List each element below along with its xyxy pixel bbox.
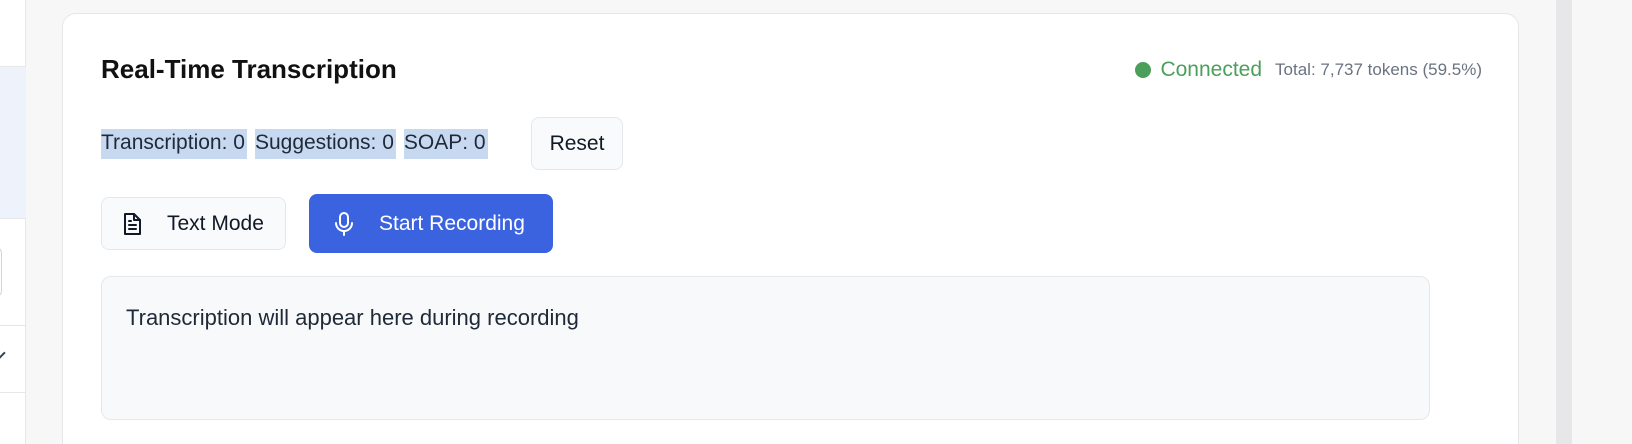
scrollbar[interactable] [1556, 0, 1572, 444]
transcription-card: Real-Time Transcription Connected Total:… [62, 13, 1519, 444]
status-dot-icon [1135, 62, 1152, 78]
sidebar-control[interactable] [0, 247, 2, 297]
microphone-icon [333, 211, 355, 237]
sidebar-active-item[interactable] [0, 66, 26, 219]
start-recording-label: Start Recording [379, 211, 525, 235]
status-label: Connected [1160, 58, 1263, 81]
sidebar-row[interactable] [0, 325, 26, 393]
left-sidebar [0, 0, 26, 444]
right-pane [1572, 0, 1632, 444]
transcription-count: Transcription: 0 [101, 129, 247, 159]
text-mode-button[interactable]: Text Mode [101, 197, 286, 250]
reset-button[interactable]: Reset [531, 117, 623, 170]
card-title: Real-Time Transcription [101, 54, 397, 84]
transcript-area[interactable]: Transcription will appear here during re… [101, 276, 1430, 420]
token-usage: Total: 7,737 tokens (59.5%) [1275, 60, 1482, 79]
counters: Transcription: 0 Suggestions: 0 SOAP: 0 [101, 129, 496, 159]
suggestions-count: Suggestions: 0 [254, 129, 396, 159]
document-icon [121, 212, 143, 236]
transcript-placeholder: Transcription will appear here during re… [126, 305, 579, 330]
start-recording-button[interactable]: Start Recording [309, 194, 553, 253]
text-mode-label: Text Mode [167, 211, 264, 235]
connection-status: Connected Total: 7,737 tokens (59.5%) [1135, 58, 1482, 82]
soap-count: SOAP: 0 [403, 129, 488, 159]
